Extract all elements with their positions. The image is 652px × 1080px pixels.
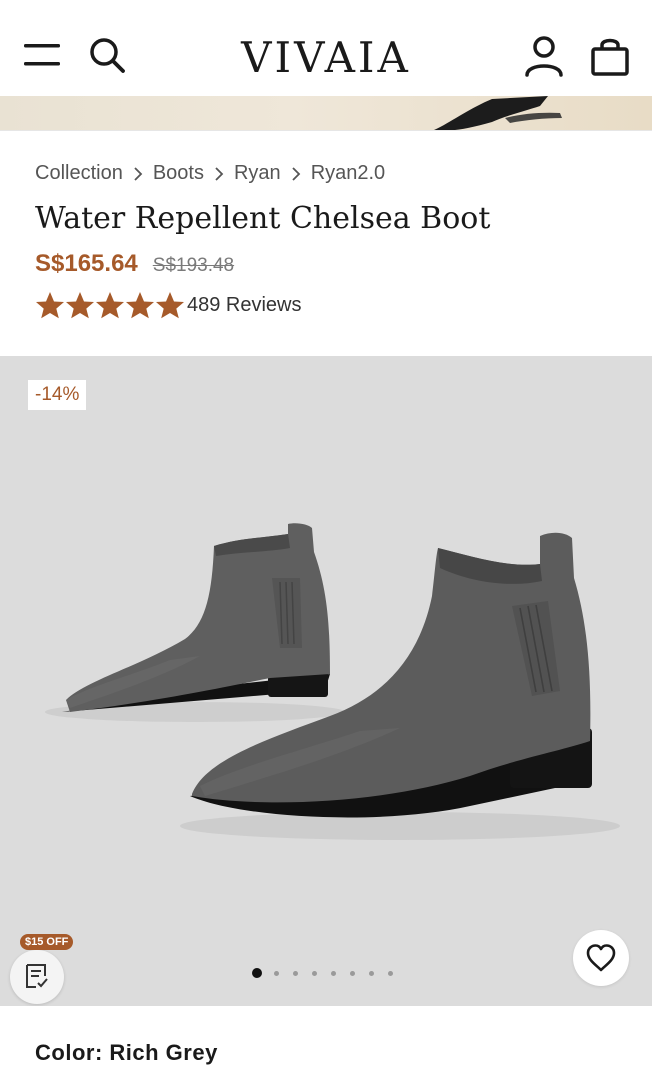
breadcrumb: Collection Boots Ryan Ryan2.0 [35, 162, 385, 185]
carousel-dot[interactable] [312, 970, 317, 976]
reviews-link[interactable]: 489 Reviews [187, 294, 302, 317]
rating-row[interactable]: 489 Reviews [35, 291, 302, 319]
carousel-dots [252, 968, 407, 978]
breadcrumb-item[interactable]: Collection [35, 162, 123, 185]
coupon-button[interactable]: $15 OFF [10, 934, 74, 1004]
carousel-dot[interactable] [350, 970, 355, 976]
original-price: S$193.48 [152, 255, 235, 276]
carousel-dot[interactable] [293, 970, 298, 976]
price-row: S$165.64 S$193.48 [35, 250, 234, 278]
carousel-dot[interactable] [369, 970, 374, 976]
discount-badge: -14% [28, 380, 87, 410]
chevron-right-icon [215, 166, 224, 181]
carousel-dot-active[interactable] [252, 968, 262, 978]
breadcrumb-item[interactable]: Boots [153, 162, 204, 185]
breadcrumb-item[interactable]: Ryan2.0 [311, 162, 386, 185]
top-header: VIVAIA [0, 0, 652, 96]
carousel-dot[interactable] [331, 970, 336, 976]
star-icon [36, 292, 64, 319]
carousel-dot[interactable] [388, 970, 393, 976]
star-icon [126, 292, 154, 319]
selected-color-label: Color: Rich Grey [35, 1040, 218, 1065]
star-icon [66, 292, 94, 319]
banner-shoe-image [434, 96, 562, 130]
shopping-bag-icon[interactable] [590, 35, 630, 77]
coupon-label: $15 OFF [20, 934, 74, 950]
divider [0, 130, 652, 131]
product-image-gallery[interactable]: -14% $15 OFF [0, 356, 652, 1006]
heart-icon [586, 944, 616, 972]
product-title: Water Repellent Chelsea Boot [35, 201, 491, 236]
star-icon [96, 292, 124, 319]
wishlist-button[interactable] [573, 930, 629, 986]
product-image [45, 523, 620, 840]
star-rating [35, 291, 185, 319]
chevron-right-icon [292, 166, 300, 181]
star-icon [156, 292, 184, 319]
coupon-list-icon [26, 964, 48, 988]
carousel-dot[interactable] [274, 970, 279, 976]
breadcrumb-item[interactable]: Ryan [234, 162, 281, 185]
sale-price: S$165.64 [35, 250, 138, 277]
chevron-right-icon [134, 166, 143, 181]
user-icon[interactable] [524, 35, 564, 77]
promo-banner[interactable] [0, 96, 652, 130]
